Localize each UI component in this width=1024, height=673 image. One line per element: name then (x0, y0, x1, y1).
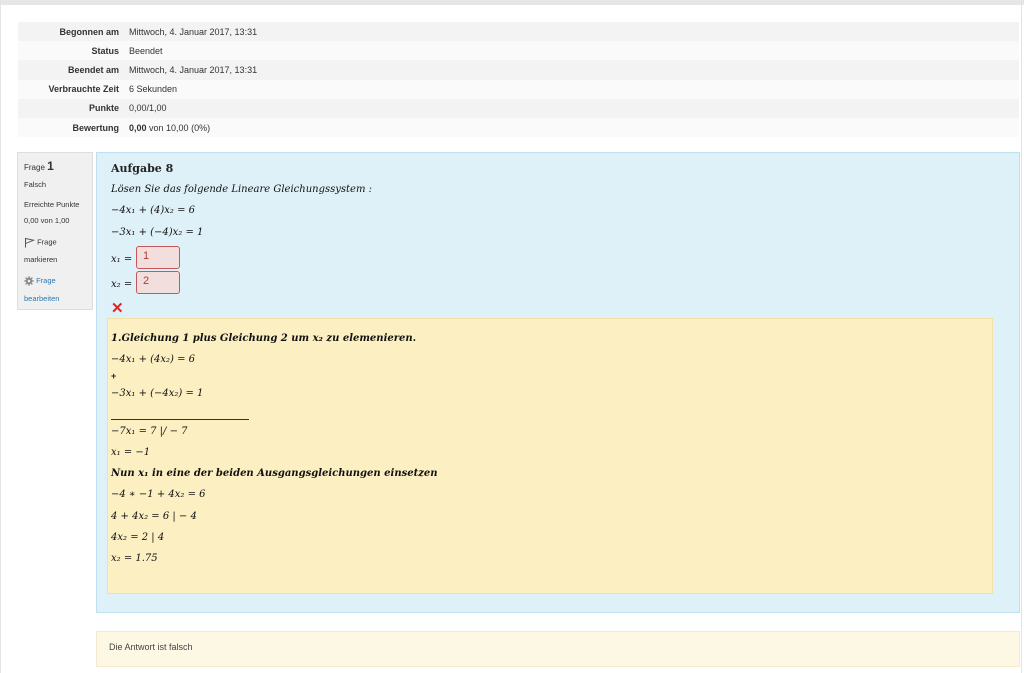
summary-row-completed: Beendet am Mittwoch, 4. Januar 2017, 13:… (18, 60, 1019, 80)
summary-label: Punkte (18, 98, 125, 118)
feedback-plus: + (111, 371, 117, 381)
gear-icon (24, 276, 34, 286)
left-border (0, 0, 1, 673)
feedback-line-1: −4x₁ + (4x₂) = 6 (111, 354, 196, 365)
x2-answer-input[interactable]: 2 (136, 271, 180, 294)
summary-value: Mittwoch, 4. Januar 2017, 13:31 (125, 60, 1019, 80)
summary-row-grade: Bewertung 0,00 von 10,00 (0%) (18, 117, 1019, 138)
feedback-line-7: 4x₂ = 2 | 4 (111, 532, 165, 543)
grade-rest-value: von 10,00 (0%) (146, 122, 211, 133)
feedback-line-3: −7x₁ = 7 |/ − 7 (111, 426, 188, 437)
attempt-summary-table: Begonnen am Mittwoch, 4. Januar 2017, 13… (18, 22, 1019, 138)
summary-row-marks: Punkte 0,00/1,00 (18, 98, 1019, 118)
equation-2: −3x₁ + (−4)x₂ = 1 (111, 227, 204, 238)
grade-value: 0,00 von 1,00 (24, 216, 70, 225)
summary-label: Bewertung (18, 117, 125, 138)
edit-question-link[interactable]: Frage (24, 276, 56, 286)
flag-icon (25, 237, 36, 248)
question-title: Aufgabe 8 (111, 162, 174, 175)
question-number-value: 1 (47, 159, 54, 173)
feedback-line-2: −3x₁ + (−4x₂) = 1 (111, 388, 204, 399)
equation-1: −4x₁ + (4)x₂ = 6 (111, 205, 196, 216)
summary-value: Beendet (125, 41, 1019, 61)
x1-answer-input[interactable]: 1 (136, 246, 180, 269)
specific-feedback: 1.Gleichung 1 plus Gleichung 2 um x₂ zu … (107, 318, 993, 594)
summary-value: Mittwoch, 4. Januar 2017, 13:31 (125, 22, 1019, 42)
summary-value: 0,00/1,00 (125, 98, 1019, 118)
flag-question-link[interactable]: Frage (24, 237, 57, 248)
feedback-line-6: 4 + 4x₂ = 6 | − 4 (111, 511, 197, 522)
feedback-line-8: x₂ = 1.75 (111, 553, 158, 564)
feedback-line-5: −4 ∗ −1 + 4x₂ = 6 (111, 489, 206, 500)
right-border (1021, 0, 1022, 673)
summary-row-status: Status Beendet (18, 41, 1019, 61)
grade-label: Erreichte Punkte (24, 200, 80, 209)
summary-value: 0,00 von 10,00 (0%) (125, 117, 1019, 138)
question-prompt: Lösen Sie das folgende Lineare Gleichung… (111, 184, 373, 195)
edit-label-2[interactable]: bearbeiten (24, 294, 59, 303)
summary-label: Beendet am (18, 60, 125, 80)
general-feedback: Die Antwort ist falsch (96, 631, 1020, 667)
summary-value: 6 Sekunden (125, 79, 1019, 99)
x2-label: x₂ = (111, 279, 133, 290)
question-info-box: Frage 1 Falsch Erreichte Punkte 0,00 von… (17, 152, 93, 310)
x1-label: x₁ = (111, 254, 133, 265)
flag-label-2[interactable]: markieren (24, 255, 57, 264)
feedback-line-4: x₁ = −1 (111, 447, 151, 458)
question-state: Falsch (24, 180, 47, 189)
top-bar (0, 0, 1024, 5)
summary-label: Begonnen am (18, 22, 125, 42)
cross-icon: ✕ (111, 300, 124, 317)
edit-label: Frage (36, 276, 56, 285)
summary-label: Status (18, 41, 125, 61)
summary-row-started: Begonnen am Mittwoch, 4. Januar 2017, 13… (18, 22, 1019, 42)
sum-divider (111, 419, 249, 420)
feedback-step-2: Nun x₁ in eine der beiden Ausgangsgleich… (111, 468, 438, 479)
grade-bold-value: 0,00 (129, 122, 147, 133)
feedback-step-1: 1.Gleichung 1 plus Gleichung 2 um x₂ zu … (111, 333, 417, 344)
summary-row-time-taken: Verbrauchte Zeit 6 Sekunden (18, 79, 1019, 99)
flag-label: Frage (37, 237, 57, 247)
summary-label: Verbrauchte Zeit (18, 79, 125, 99)
question-number: Frage 1 (24, 159, 54, 173)
question-prefix: Frage (24, 163, 48, 172)
question-formulation: Aufgabe 8 Lösen Sie das folgende Lineare… (96, 152, 1020, 613)
